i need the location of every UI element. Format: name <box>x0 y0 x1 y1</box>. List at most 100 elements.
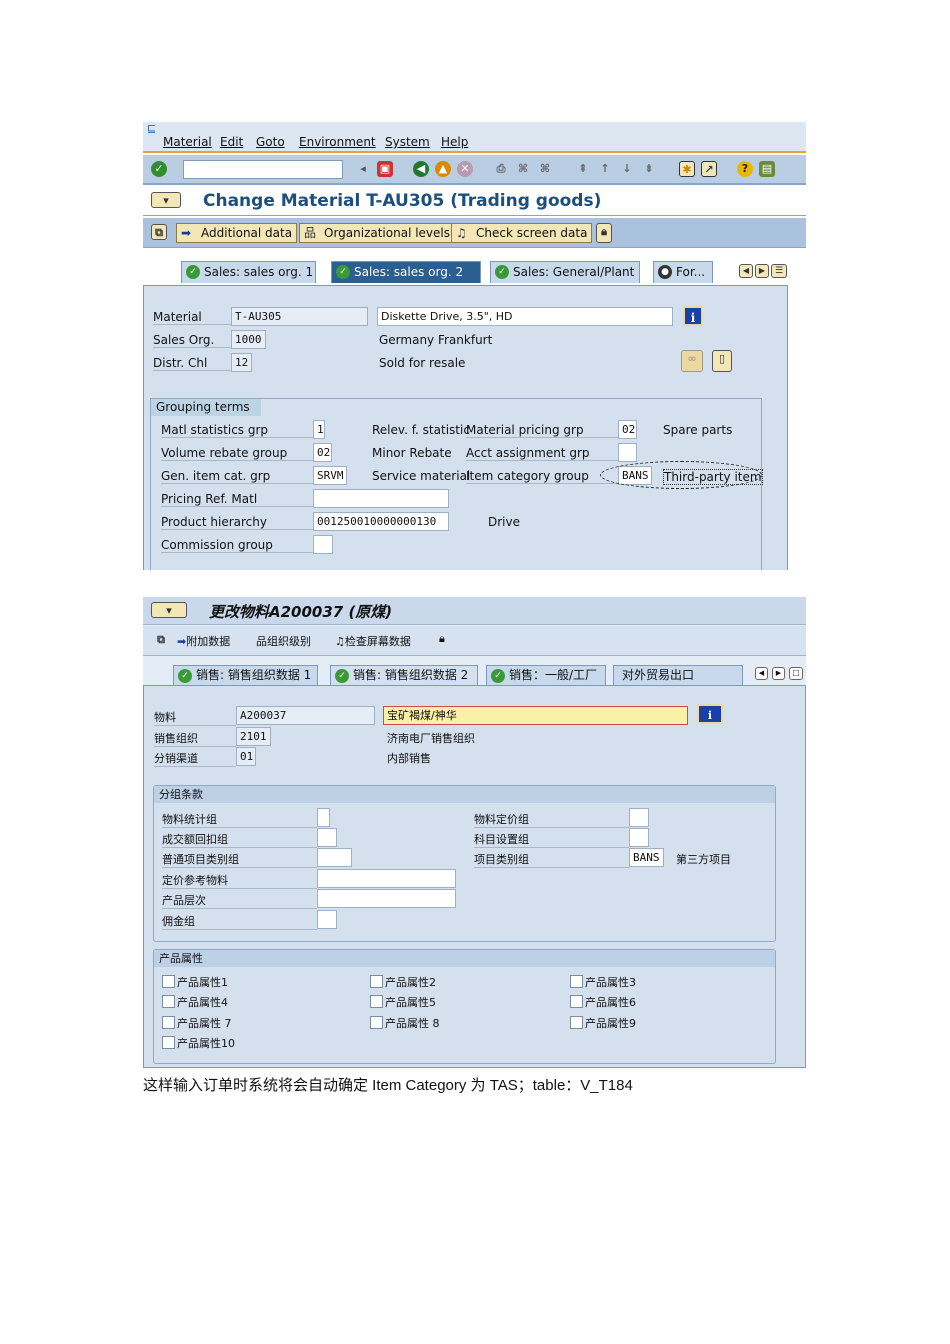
gen-item-cat-field[interactable]: SRVM <box>313 466 347 485</box>
pricing-ref-field[interactable] <box>317 869 456 888</box>
organizational-levels-button[interactable]: 品 Organizational levels <box>299 223 456 243</box>
sales-org-field[interactable]: 2101 <box>236 727 271 746</box>
back-arrow-icon[interactable]: ◂ <box>355 161 371 177</box>
organizational-levels-button[interactable]: 品组织级别 <box>256 633 311 649</box>
product-attribute-6-checkbox[interactable]: 产品属性6 <box>570 994 636 1010</box>
help-icon[interactable]: ? <box>737 161 753 177</box>
menu-goto[interactable]: Goto <box>256 135 285 149</box>
find-next-icon[interactable]: ⌘ <box>537 161 553 177</box>
document-icon[interactable]: ▯ <box>712 350 732 372</box>
acct-assignment-field[interactable] <box>618 443 637 462</box>
new-session-icon[interactable]: ✱ <box>679 161 695 177</box>
matl-statistics-label: Matl statistics grp <box>161 423 313 438</box>
menu-system[interactable]: System <box>385 135 430 149</box>
screen-menu-icon[interactable]: ▾ <box>151 192 181 208</box>
product-attribute-4-checkbox[interactable]: 产品属性4 <box>162 994 228 1010</box>
menu-help[interactable]: Help <box>441 135 468 149</box>
product-hierarchy-label: Product hierarchy <box>161 515 313 530</box>
additional-data-button[interactable]: ➡ Additional data <box>176 223 298 243</box>
application-toolbar: ⧉ ➡ Additional data 品 Organizational level… <box>143 218 806 248</box>
sales-org-label: Sales Org. <box>153 333 231 348</box>
tab-list-icon[interactable]: ☰ <box>771 264 787 278</box>
tab-scroll-right-icon[interactable]: ▶ <box>755 264 769 278</box>
tab-foreign-trade[interactable]: 对外贸易出口 <box>613 665 743 685</box>
sap-screenshot-chinese: ▾ 更改物料A200037 (原煤) ⧉ ➡附加数据 品组织级别 ♫检查屏幕数据… <box>143 597 806 1068</box>
tab-sales-general-plant[interactable]: ✓ Sales: General/Plant <box>490 261 640 283</box>
tab-sales-general-plant[interactable]: ✓ 销售：一般/工厂 <box>486 665 606 685</box>
item-category-group-field[interactable]: BANS <box>629 848 664 867</box>
menu-material[interactable]: Material <box>163 135 212 149</box>
pricing-ref-field[interactable] <box>313 489 449 508</box>
product-hierarchy-field[interactable] <box>317 889 456 908</box>
enter-icon[interactable]: ✓ <box>151 161 167 177</box>
lock-icon[interactable]: 🔒︎ <box>596 223 612 243</box>
group-title: Grouping terms <box>151 399 261 416</box>
product-attribute-9-checkbox[interactable]: 产品属性9 <box>570 1015 636 1031</box>
pricing-ref-label: 定价参考物料 <box>162 872 317 889</box>
prev-page-icon[interactable]: ↑ <box>597 161 613 177</box>
matl-statistics-field[interactable]: 1 <box>313 420 325 439</box>
tab-sales-org-1[interactable]: ✓ 销售: 销售组织数据 1 <box>173 665 318 685</box>
tab-strip: ✓ 销售: 销售组织数据 1 ✓ 销售: 销售组织数据 2 ✓ 销售：一般/工厂 对外… <box>143 657 806 685</box>
material-pricing-field[interactable] <box>629 808 649 827</box>
product-attribute-7-checkbox[interactable]: 产品属性 7 <box>162 1015 232 1031</box>
material-pricing-field[interactable]: 02 <box>618 420 637 439</box>
distr-chl-field[interactable]: 01 <box>236 747 256 766</box>
next-page-icon[interactable]: ↓ <box>619 161 635 177</box>
hierarchy-icon: 品 <box>304 226 317 240</box>
material-field[interactable]: T-AU305 <box>231 307 368 326</box>
tab-list-icon[interactable]: ☐ <box>789 667 803 680</box>
hierarchy-icon: 品 <box>256 635 267 648</box>
first-page-icon[interactable]: ⇞ <box>575 161 591 177</box>
command-field[interactable] <box>183 160 343 179</box>
additional-data-button[interactable]: ➡附加数据 <box>177 633 230 649</box>
tab-foreign-trade[interactable]: ● For... <box>653 261 713 283</box>
last-page-icon[interactable]: ⇟ <box>641 161 657 177</box>
product-hierarchy-field[interactable]: 001250010000000130 <box>313 512 449 531</box>
tab-scroll-left-icon[interactable]: ◀ <box>739 264 753 278</box>
gen-item-cat-field[interactable] <box>317 848 352 867</box>
product-attribute-2-checkbox[interactable]: 产品属性2 <box>370 974 436 990</box>
switch-view-icon[interactable]: ⧉ <box>151 224 167 240</box>
check-icon: ✓ <box>335 669 349 683</box>
product-attribute-10-checkbox[interactable]: 产品属性10 <box>162 1035 235 1051</box>
volume-rebate-field[interactable] <box>317 828 337 847</box>
product-attribute-8-checkbox[interactable]: 产品属性 8 <box>370 1015 440 1031</box>
commission-group-field[interactable] <box>317 910 337 929</box>
info-icon[interactable]: i <box>683 306 703 326</box>
check-screen-data-button[interactable]: ♫ Check screen data <box>451 223 593 243</box>
tab-sales-org-1[interactable]: ✓ Sales: sales org. 1 <box>181 261 316 283</box>
acct-assignment-field[interactable] <box>629 828 649 847</box>
exit-icon[interactable]: ▲ <box>435 161 451 177</box>
glasses-icon[interactable]: ∞ <box>681 350 703 372</box>
cancel-icon[interactable]: ✕ <box>457 161 473 177</box>
product-attribute-5-checkbox[interactable]: 产品属性5 <box>370 994 436 1010</box>
material-description-field[interactable]: Diskette Drive, 3.5", HD <box>377 307 673 326</box>
print-icon[interactable]: ⎙ <box>493 161 509 177</box>
menu-edit[interactable]: Edit <box>220 135 243 149</box>
lock-icon[interactable]: 🔒︎ <box>439 632 445 646</box>
back-icon[interactable]: ◀ <box>413 161 429 177</box>
screen-menu-icon[interactable]: ▾ <box>151 602 187 618</box>
layout-menu-icon[interactable]: ▤ <box>759 161 775 177</box>
shortcut-icon[interactable]: ↗ <box>701 161 717 177</box>
find-icon[interactable]: ⌘ <box>515 161 531 177</box>
material-description-field[interactable]: 宝矿褐煤/神华 <box>383 706 688 725</box>
tab-scroll-right-icon[interactable]: ▶ <box>772 667 785 680</box>
product-attribute-3-checkbox[interactable]: 产品属性3 <box>570 974 636 990</box>
check-screen-data-button[interactable]: ♫检查屏幕数据 <box>335 633 411 649</box>
matl-statistics-field[interactable] <box>317 808 330 827</box>
material-field[interactable]: A200037 <box>236 706 375 725</box>
distr-chl-field[interactable]: 12 <box>231 353 252 372</box>
save-icon[interactable]: ▣ <box>377 161 393 177</box>
switch-view-icon[interactable]: ⧉ <box>153 632 169 648</box>
product-attribute-1-checkbox[interactable]: 产品属性1 <box>162 974 228 990</box>
volume-rebate-field[interactable]: 02 <box>313 443 332 462</box>
tab-sales-org-2[interactable]: ✓ Sales: sales org. 2 <box>331 261 481 283</box>
commission-group-field[interactable] <box>313 535 333 554</box>
sales-org-field[interactable]: 1000 <box>231 330 266 349</box>
menu-environment[interactable]: Environment <box>299 135 376 149</box>
tab-scroll-left-icon[interactable]: ◀ <box>755 667 768 680</box>
tab-sales-org-2[interactable]: ✓ 销售: 销售组织数据 2 <box>330 665 478 685</box>
info-icon[interactable]: i <box>697 704 723 724</box>
